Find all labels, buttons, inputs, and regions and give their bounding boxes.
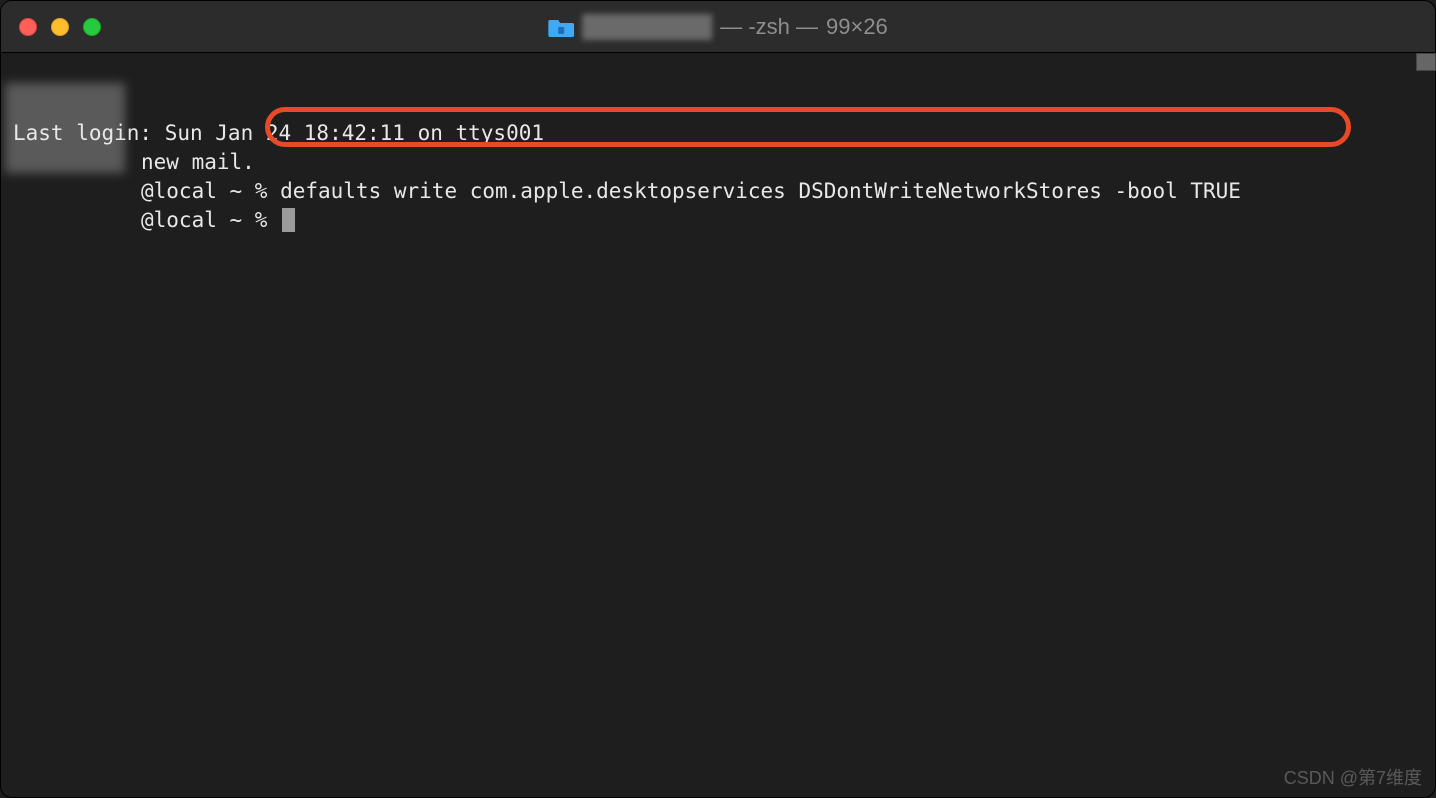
last-login-line: Last login: Sun Jan 24 18:42:11 on ttys0… [13, 119, 1423, 148]
minimize-button[interactable] [51, 18, 69, 36]
title-dimensions: 99×26 [826, 14, 888, 40]
terminal-window: — -zsh — 99×26 Last login: Sun Jan 24 18… [0, 0, 1436, 798]
title-path-redacted [582, 14, 712, 40]
title-shell: — -zsh — [720, 14, 818, 40]
maximize-button[interactable] [83, 18, 101, 36]
prompt: @local ~ % [141, 208, 280, 232]
prompt: @local ~ % [141, 179, 280, 203]
window-title: — -zsh — 99×26 [548, 14, 888, 40]
cursor [282, 208, 295, 232]
traffic-lights [19, 18, 101, 36]
titlebar[interactable]: — -zsh — 99×26 [1, 1, 1435, 53]
command-line: @local ~ % defaults write com.apple.desk… [13, 177, 1423, 206]
terminal-body[interactable]: Last login: Sun Jan 24 18:42:11 on ttys0… [1, 53, 1435, 797]
close-button[interactable] [19, 18, 37, 36]
entered-command: defaults write com.apple.desktopservices… [280, 179, 1241, 203]
current-prompt-line: @local ~ % [13, 206, 1423, 235]
new-mail-line: new mail. [13, 148, 1423, 177]
scrollbar-thumb[interactable] [1416, 53, 1436, 71]
folder-icon [548, 16, 574, 38]
